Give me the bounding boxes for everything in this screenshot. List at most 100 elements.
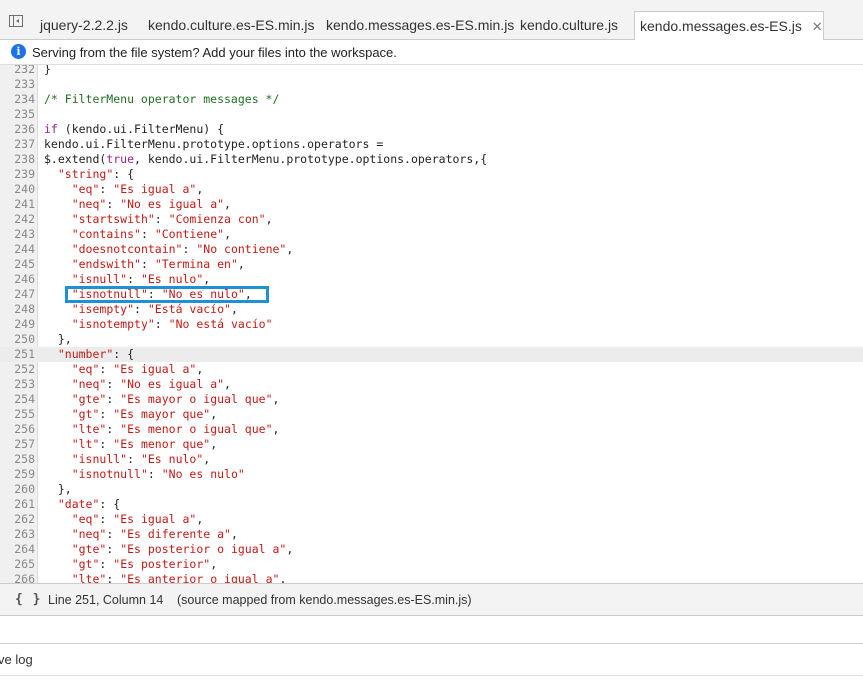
code-token: "eq" bbox=[71, 182, 100, 196]
close-tab-icon[interactable]: ✕ bbox=[812, 19, 823, 35]
code-line[interactable]: 242 "startswith": "Comienza con", bbox=[0, 212, 863, 227]
code-line[interactable]: 244 "doesnotcontain": "No contiene", bbox=[0, 242, 863, 257]
line-number[interactable]: 235 bbox=[0, 107, 35, 122]
code-line[interactable]: 245 "endswith": "Termina en", bbox=[0, 257, 863, 272]
line-number[interactable]: 251 bbox=[0, 347, 35, 362]
line-number[interactable]: 257 bbox=[0, 437, 35, 452]
code-line[interactable]: 262 "eq": "Es igual a", bbox=[0, 512, 863, 527]
code-line[interactable]: 249 "isnotempty": "No está vacío" bbox=[0, 317, 863, 332]
line-number[interactable]: 252 bbox=[0, 362, 35, 377]
code-token: , bbox=[210, 437, 218, 451]
code-line[interactable]: 258 "isnull": "Es nulo", bbox=[0, 452, 863, 467]
line-number[interactable]: 248 bbox=[0, 302, 35, 317]
line-number[interactable]: 256 bbox=[0, 422, 35, 437]
code-line[interactable]: 233 bbox=[0, 77, 863, 92]
line-number[interactable]: 237 bbox=[0, 137, 35, 152]
code-line[interactable]: 264 "gte": "Es posterior o igual a", bbox=[0, 542, 863, 557]
line-number[interactable]: 241 bbox=[0, 197, 35, 212]
line-number[interactable]: 238 bbox=[0, 152, 35, 167]
code-line[interactable]: 246 "isnull": "Es nulo", bbox=[0, 272, 863, 287]
line-number[interactable]: 247 bbox=[0, 287, 35, 302]
line-number[interactable]: 264 bbox=[0, 542, 35, 557]
line-number[interactable]: 244 bbox=[0, 242, 35, 257]
code-token: , bbox=[203, 452, 211, 466]
code-line[interactable]: 259 "isnotnull": "No es nulo" bbox=[0, 467, 863, 482]
line-number[interactable]: 240 bbox=[0, 182, 35, 197]
code-line[interactable]: 263 "neq": "Es diferente a", bbox=[0, 527, 863, 542]
toggle-navigator-icon[interactable] bbox=[9, 15, 23, 27]
code-token: "startswith" bbox=[71, 212, 155, 226]
code-text: "lte": "Es anterior o igual a", bbox=[44, 572, 287, 583]
code-token: "Comienza con" bbox=[168, 212, 266, 226]
code-line[interactable]: 255 "gt": "Es mayor que", bbox=[0, 407, 863, 422]
code-line[interactable]: 256 "lte": "Es menor o igual que", bbox=[0, 422, 863, 437]
code-line[interactable]: 238 $.extend(true, kendo.ui.FilterMenu.pr… bbox=[0, 152, 863, 167]
code-line[interactable]: 236 if (kendo.ui.FilterMenu) { bbox=[0, 122, 863, 137]
line-number[interactable]: 261 bbox=[0, 497, 35, 512]
code-line[interactable]: 232} bbox=[0, 65, 863, 77]
code-line[interactable]: 250 }, bbox=[0, 332, 863, 347]
code-line[interactable]: 240 "eq": "Es igual a", bbox=[0, 182, 863, 197]
line-number[interactable]: 245 bbox=[0, 257, 35, 272]
code-line[interactable]: 234 /* FilterMenu operator messages */ bbox=[0, 92, 863, 107]
code-line[interactable]: 239 "string": { bbox=[0, 167, 863, 182]
tab-jquery[interactable]: jquery-2.2.2.js bbox=[40, 11, 128, 40]
line-number[interactable]: 255 bbox=[0, 407, 35, 422]
line-number[interactable]: 242 bbox=[0, 212, 35, 227]
line-number[interactable]: 233 bbox=[0, 77, 35, 92]
code-line[interactable]: 261 "date": { bbox=[0, 497, 863, 512]
code-line[interactable]: 237 kendo.ui.FilterMenu.prototype.options… bbox=[0, 137, 863, 152]
line-number[interactable]: 234 bbox=[0, 92, 35, 107]
line-number[interactable]: 259 bbox=[0, 467, 35, 482]
code-line[interactable]: 251 "number": { bbox=[0, 347, 863, 362]
code-line[interactable]: 254 "gte": "Es mayor o igual que", bbox=[0, 392, 863, 407]
code-token: "isnotempty" bbox=[71, 317, 155, 331]
code-line[interactable]: 257 "lt": "Es menor que", bbox=[0, 437, 863, 452]
line-number[interactable]: 239 bbox=[0, 167, 35, 182]
code-token: : bbox=[106, 197, 121, 211]
line-number[interactable]: 232 bbox=[0, 65, 35, 77]
code-editor[interactable]: 232} 233 234/* FilterMenu operator message… bbox=[0, 65, 863, 583]
line-number[interactable]: 253 bbox=[0, 377, 35, 392]
tab-kendo-messages-es-es[interactable]: kendo.messages.es-ES.js ✕ bbox=[634, 11, 824, 41]
line-number[interactable]: 262 bbox=[0, 512, 35, 527]
preserve-log-label[interactable]: ve log bbox=[0, 652, 33, 667]
line-number[interactable]: 243 bbox=[0, 227, 35, 242]
tab-kendo-messages-es-es-min[interactable]: kendo.messages.es-ES.min.js bbox=[326, 11, 514, 40]
code-token: "Es posterior o igual a" bbox=[120, 542, 287, 556]
code-line[interactable]: 248 "isempty": "Está vacío", bbox=[0, 302, 863, 317]
code-token: : bbox=[182, 242, 197, 256]
code-token: true bbox=[106, 152, 135, 166]
line-number[interactable]: 260 bbox=[0, 482, 35, 497]
line-number[interactable]: 263 bbox=[0, 527, 35, 542]
line-number[interactable]: 254 bbox=[0, 392, 35, 407]
line-number[interactable]: 266 bbox=[0, 572, 35, 583]
code-line[interactable]: 252 "eq": "Es igual a", bbox=[0, 362, 863, 377]
code-line[interactable]: 241 "neq": "No es igual a", bbox=[0, 197, 863, 212]
line-number[interactable]: 265 bbox=[0, 557, 35, 572]
line-number[interactable]: 246 bbox=[0, 272, 35, 287]
code-line[interactable]: 265 "gt": "Es posterior", bbox=[0, 557, 863, 572]
code-line[interactable]: 266 "lte": "Es anterior o igual a", bbox=[0, 572, 863, 583]
code-line[interactable]: 260 }, bbox=[0, 482, 863, 497]
line-number[interactable]: 249 bbox=[0, 317, 35, 332]
code-token: , bbox=[286, 242, 294, 256]
code-token: "number" bbox=[57, 347, 114, 361]
pretty-print-icon[interactable]: { } bbox=[15, 592, 41, 607]
line-number[interactable]: 250 bbox=[0, 332, 35, 347]
tab-kendo-culture-es-es-min[interactable]: kendo.culture.es-ES.min.js bbox=[148, 11, 315, 40]
code-line[interactable]: 235 bbox=[0, 107, 863, 122]
line-number[interactable]: 258 bbox=[0, 452, 35, 467]
line-number[interactable]: 236 bbox=[0, 122, 35, 137]
code-token: , bbox=[196, 362, 204, 376]
code-text: "gt": "Es posterior", bbox=[44, 557, 217, 572]
code-line[interactable]: 253 "neq": "No es igual a", bbox=[0, 377, 863, 392]
code-line[interactable]: 243 "contains": "Contiene", bbox=[0, 227, 863, 242]
tab-kendo-culture[interactable]: kendo.culture.js bbox=[520, 11, 618, 40]
code-token: "neq" bbox=[71, 527, 107, 541]
